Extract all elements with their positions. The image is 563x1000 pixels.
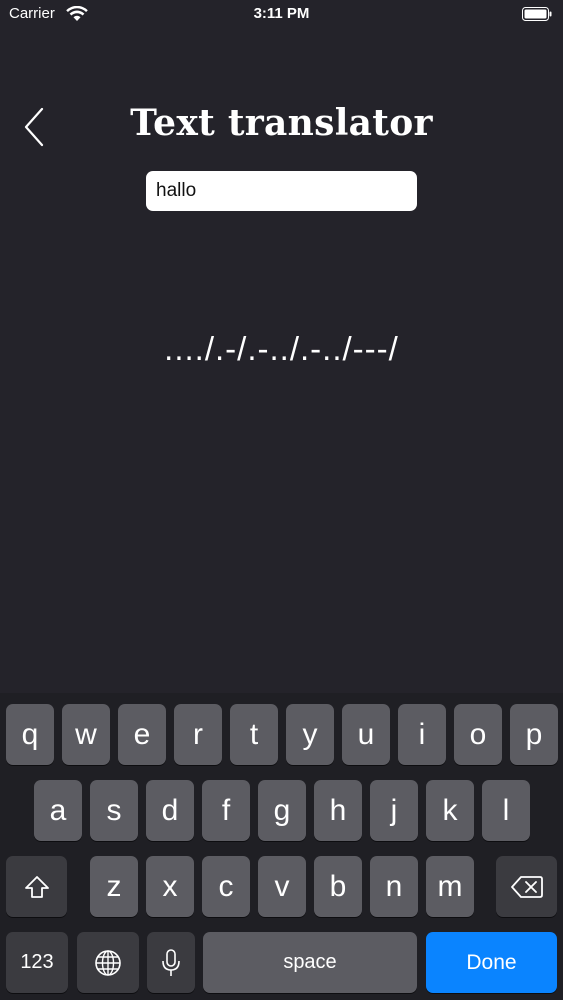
globe-icon [95, 949, 121, 976]
globe-key[interactable] [77, 932, 139, 993]
key-s[interactable]: s [90, 780, 138, 841]
key-e[interactable]: e [118, 704, 166, 765]
backspace-key[interactable] [496, 856, 557, 917]
key-m[interactable]: m [426, 856, 474, 917]
battery-icon [522, 7, 552, 21]
text-input[interactable] [146, 171, 417, 211]
key-o[interactable]: o [454, 704, 502, 765]
keyboard: q w e r t y u i o p a s d f g h j k l z … [0, 693, 563, 1000]
space-key[interactable]: space [203, 932, 417, 993]
key-l[interactable]: l [482, 780, 530, 841]
key-d[interactable]: d [146, 780, 194, 841]
key-r[interactable]: r [174, 704, 222, 765]
key-u[interactable]: u [342, 704, 390, 765]
key-a[interactable]: a [34, 780, 82, 841]
key-w[interactable]: w [62, 704, 110, 765]
shift-key[interactable] [6, 856, 67, 917]
key-h[interactable]: h [314, 780, 362, 841]
key-z[interactable]: z [90, 856, 138, 917]
shift-icon [24, 875, 49, 898]
dictation-key[interactable] [147, 932, 195, 993]
key-v[interactable]: v [258, 856, 306, 917]
key-y[interactable]: y [286, 704, 334, 765]
key-f[interactable]: f [202, 780, 250, 841]
done-button[interactable]: Done [426, 932, 557, 993]
clock: 3:11 PM [253, 5, 310, 22]
page-title: Text translator [130, 102, 433, 144]
key-q[interactable]: q [6, 704, 54, 765]
backspace-icon [510, 875, 543, 898]
key-p[interactable]: p [510, 704, 558, 765]
key-i[interactable]: i [398, 704, 446, 765]
status-bar: Carrier 3:11 PM [0, 0, 563, 30]
numbers-key[interactable]: 123 [6, 932, 68, 993]
morse-output: ..../.-/.-../.-../---/ [164, 330, 399, 367]
key-j[interactable]: j [370, 780, 418, 841]
microphone-icon [162, 948, 180, 976]
key-n[interactable]: n [370, 856, 418, 917]
key-b[interactable]: b [314, 856, 362, 917]
key-k[interactable]: k [426, 780, 474, 841]
key-g[interactable]: g [258, 780, 306, 841]
key-c[interactable]: c [202, 856, 250, 917]
key-t[interactable]: t [230, 704, 278, 765]
key-x[interactable]: x [146, 856, 194, 917]
